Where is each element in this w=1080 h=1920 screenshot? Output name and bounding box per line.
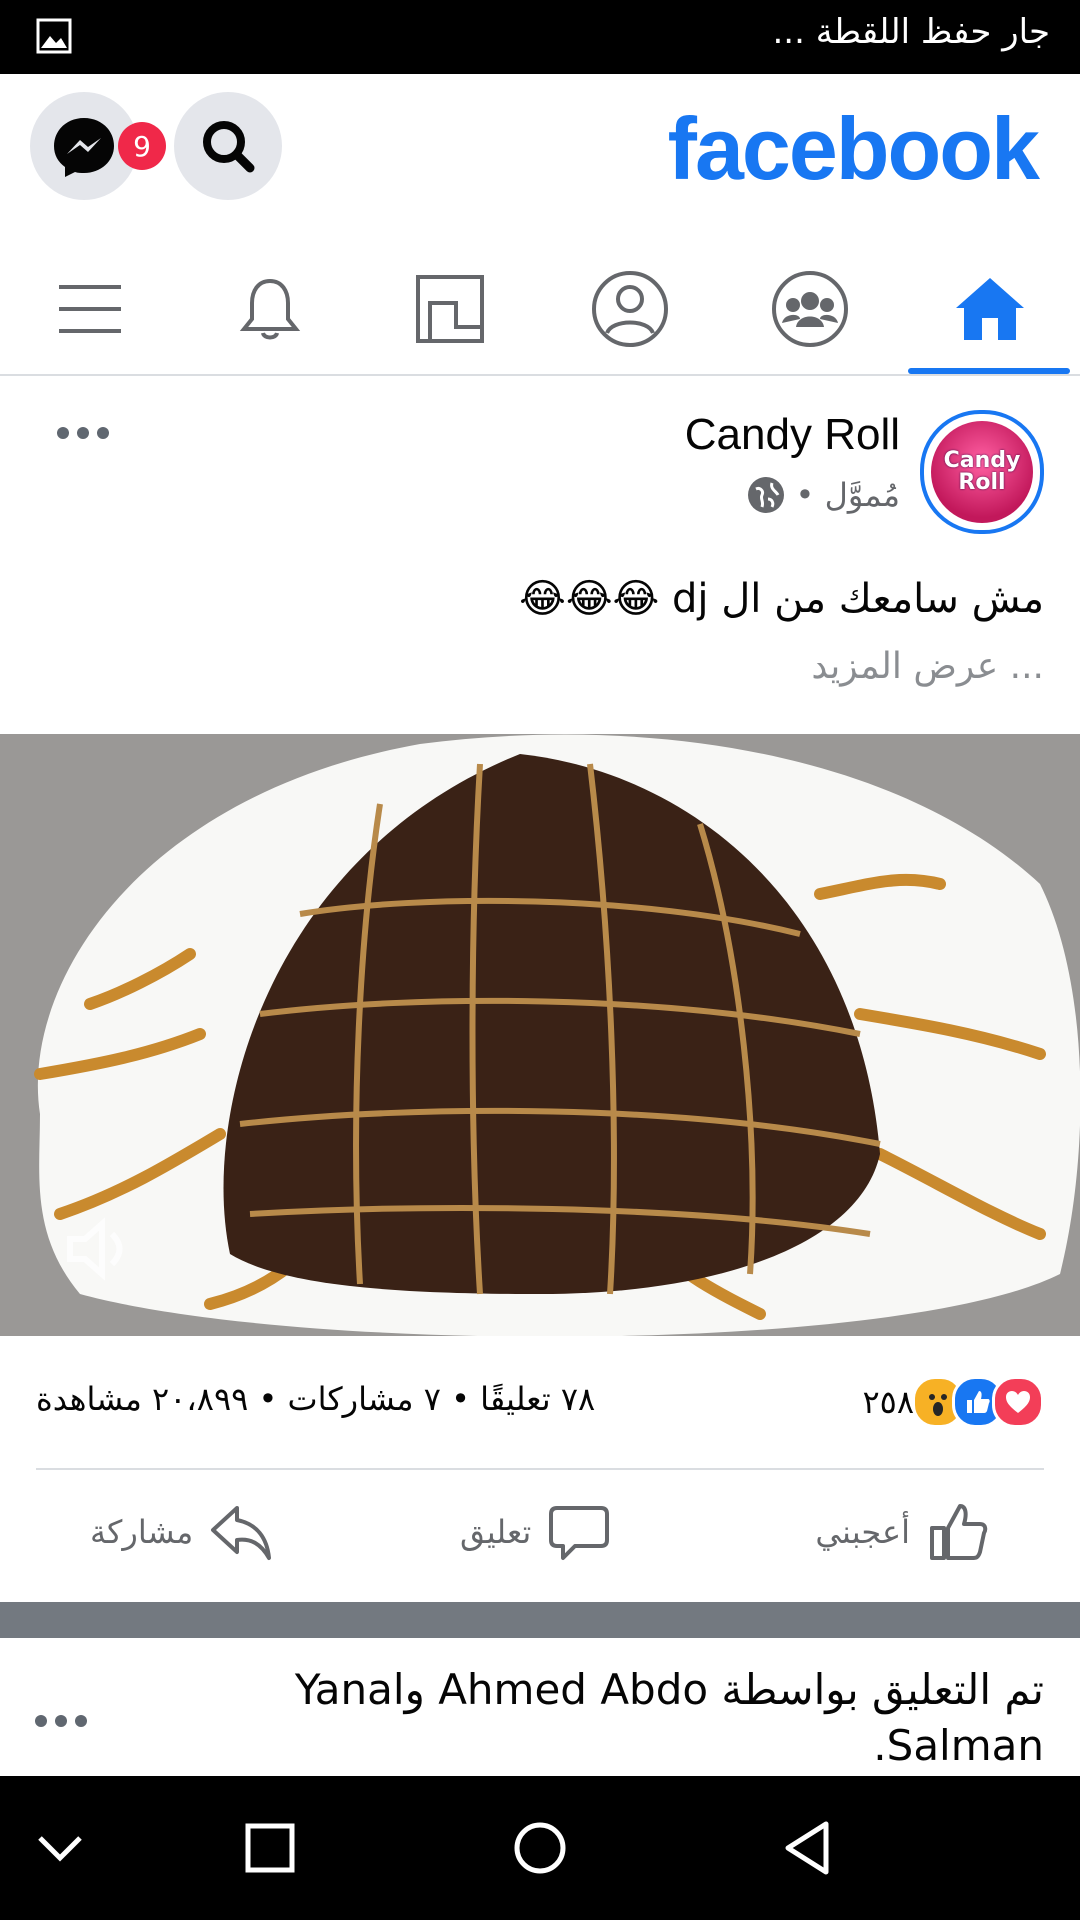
- reaction-summary[interactable]: ٢٥٨: [862, 1376, 1044, 1428]
- marketplace-icon: [416, 275, 484, 343]
- home-nav-icon[interactable]: [510, 1818, 570, 1878]
- bell-icon: [239, 278, 301, 340]
- messenger-badge: 9: [118, 122, 166, 170]
- see-more-link[interactable]: ... عرض المزيد: [811, 646, 1044, 687]
- thumbs-up-icon: [930, 1504, 988, 1560]
- page-name[interactable]: Candy Roll: [685, 410, 900, 460]
- like-button[interactable]: أعجبني: [815, 1500, 990, 1564]
- groups-icon: [772, 271, 848, 347]
- next-post-activity[interactable]: تم التعليق بواسطة Ahmed Abdo وYanal Salm…: [184, 1662, 1044, 1774]
- share-label: مشاركة: [90, 1513, 194, 1551]
- page-avatar[interactable]: Candy Roll: [920, 410, 1044, 534]
- system-nav-bar: [0, 1776, 1080, 1920]
- home-icon: [956, 278, 1024, 340]
- tab-groups[interactable]: [765, 264, 855, 354]
- tab-home[interactable]: [945, 264, 1035, 354]
- menu-icon: [59, 285, 121, 333]
- facebook-logo[interactable]: facebook: [668, 98, 1040, 200]
- engagement-stats[interactable]: ٧٨ تعليقًا • ٧ مشاركات • ٢٠،٨٩٩ مشاهدة: [36, 1380, 595, 1418]
- page-avatar-logo: Candy Roll: [931, 421, 1033, 523]
- tab-marketplace[interactable]: [405, 264, 495, 354]
- tab-notifications[interactable]: [225, 264, 315, 354]
- globe-icon: [747, 477, 784, 513]
- tab-menu[interactable]: [45, 264, 135, 354]
- post-video[interactable]: [0, 734, 1080, 1336]
- feed-separator: [0, 1602, 1080, 1638]
- sponsored-label: مُموَّل •: [747, 476, 900, 514]
- messenger-button[interactable]: 9: [30, 92, 166, 200]
- love-reaction-icon: [992, 1376, 1044, 1428]
- active-tab-indicator: [908, 368, 1070, 374]
- post-actions: أعجبني تعليق مشاركة: [0, 1470, 1080, 1600]
- next-post-options-icon[interactable]: [34, 1714, 88, 1728]
- comment-label: تعليق: [460, 1513, 532, 1551]
- collapse-icon[interactable]: [30, 1818, 90, 1878]
- reaction-count: ٢٥٨: [862, 1383, 914, 1421]
- sponsored-text: مُموَّل •: [795, 476, 900, 514]
- tab-bar: [0, 224, 1080, 376]
- share-icon: [211, 1506, 272, 1560]
- comment-icon: [549, 1506, 610, 1560]
- recents-icon[interactable]: [240, 1818, 300, 1878]
- status-text: جار حفظ اللقطة ...: [772, 12, 1050, 52]
- status-bar: جار حفظ اللقطة ...: [0, 0, 1080, 74]
- cake-image: [0, 734, 1080, 1336]
- app-header: 9 facebook: [0, 74, 1080, 224]
- post-stats: ٢٥٨ ٧٨ تعليقًا • ٧ مشاركات • ٢٠،٨٩٩ مشاه…: [0, 1336, 1080, 1470]
- search-icon: [203, 121, 255, 173]
- share-button[interactable]: مشاركة: [90, 1500, 273, 1564]
- next-post: تم التعليق بواسطة Ahmed Abdo وYanal Salm…: [0, 1638, 1080, 1778]
- like-label: أعجبني: [815, 1513, 910, 1551]
- image-icon: [36, 18, 72, 54]
- post-options-icon[interactable]: [56, 426, 110, 440]
- profile-icon: [592, 271, 668, 347]
- post-caption: مش سامعك من ال dj 😂😂😂: [519, 576, 1044, 622]
- search-button[interactable]: [174, 92, 282, 200]
- tab-profile[interactable]: [585, 264, 675, 354]
- back-icon[interactable]: [780, 1818, 840, 1878]
- comment-button[interactable]: تعليق: [460, 1500, 611, 1564]
